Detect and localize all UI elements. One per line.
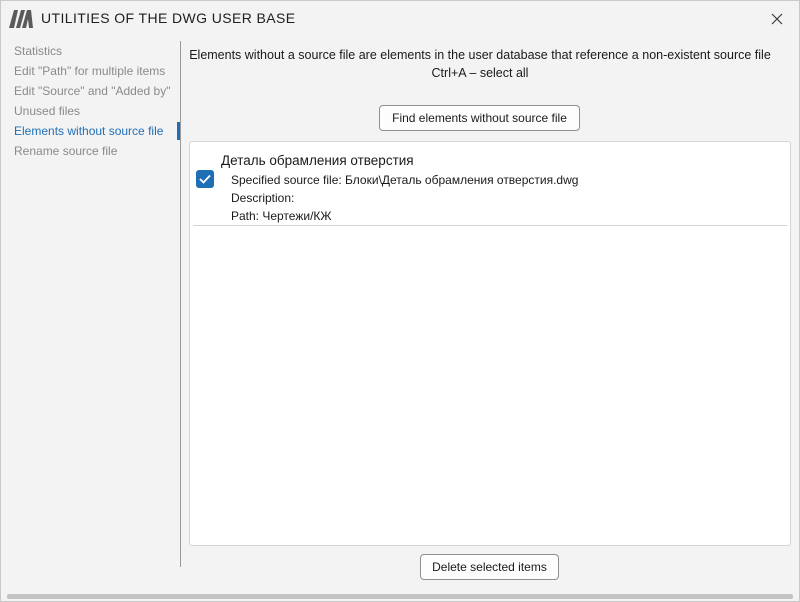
sidebar-item-edit-source[interactable]: Edit "Source" and "Added by" bbox=[1, 81, 181, 101]
sidebar-item-edit-path[interactable]: Edit "Path" for multiple items bbox=[1, 61, 181, 81]
window-title: UTILITIES OF THE DWG USER BASE bbox=[41, 10, 296, 26]
sidebar-item-statistics[interactable]: Statistics bbox=[1, 41, 181, 61]
sidebar-item-rename-source[interactable]: Rename source file bbox=[1, 141, 181, 161]
page-description: Elements without a source file are eleme… bbox=[187, 47, 773, 82]
close-button[interactable] bbox=[767, 9, 787, 29]
checkmark-icon bbox=[199, 174, 211, 184]
sidebar-divider bbox=[180, 41, 181, 567]
find-elements-button[interactable]: Find elements without source file bbox=[379, 105, 580, 131]
close-icon bbox=[771, 13, 783, 25]
item-path: Path: Чертежи/КЖ bbox=[231, 209, 332, 223]
sidebar: Statistics Edit "Path" for multiple item… bbox=[1, 41, 181, 567]
elements-list: Деталь обрамления отверстия Specified so… bbox=[189, 141, 791, 546]
sidebar-item-elements-without-source[interactable]: Elements without source file bbox=[1, 121, 181, 141]
delete-selected-button[interactable]: Delete selected items bbox=[420, 554, 559, 580]
item-name: Деталь обрамления отверстия bbox=[221, 153, 414, 168]
shortcut-hint: Ctrl+A – select all bbox=[431, 65, 529, 80]
nanocad-logo-icon bbox=[9, 10, 33, 28]
utilities-window: UTILITIES OF THE DWG USER BASE Statistic… bbox=[0, 0, 800, 602]
sidebar-item-unused-files[interactable]: Unused files bbox=[1, 101, 181, 121]
list-item[interactable]: Деталь обрамления отверстия Specified so… bbox=[193, 142, 787, 226]
title-bar: UTILITIES OF THE DWG USER BASE bbox=[1, 1, 799, 37]
horizontal-scrollbar[interactable] bbox=[7, 594, 793, 599]
item-source-file: Specified source file: Блоки\Деталь обра… bbox=[231, 173, 579, 187]
description-text: Elements without a source file are eleme… bbox=[189, 48, 771, 62]
item-checkbox[interactable] bbox=[196, 170, 214, 188]
item-description: Description: bbox=[231, 191, 295, 205]
